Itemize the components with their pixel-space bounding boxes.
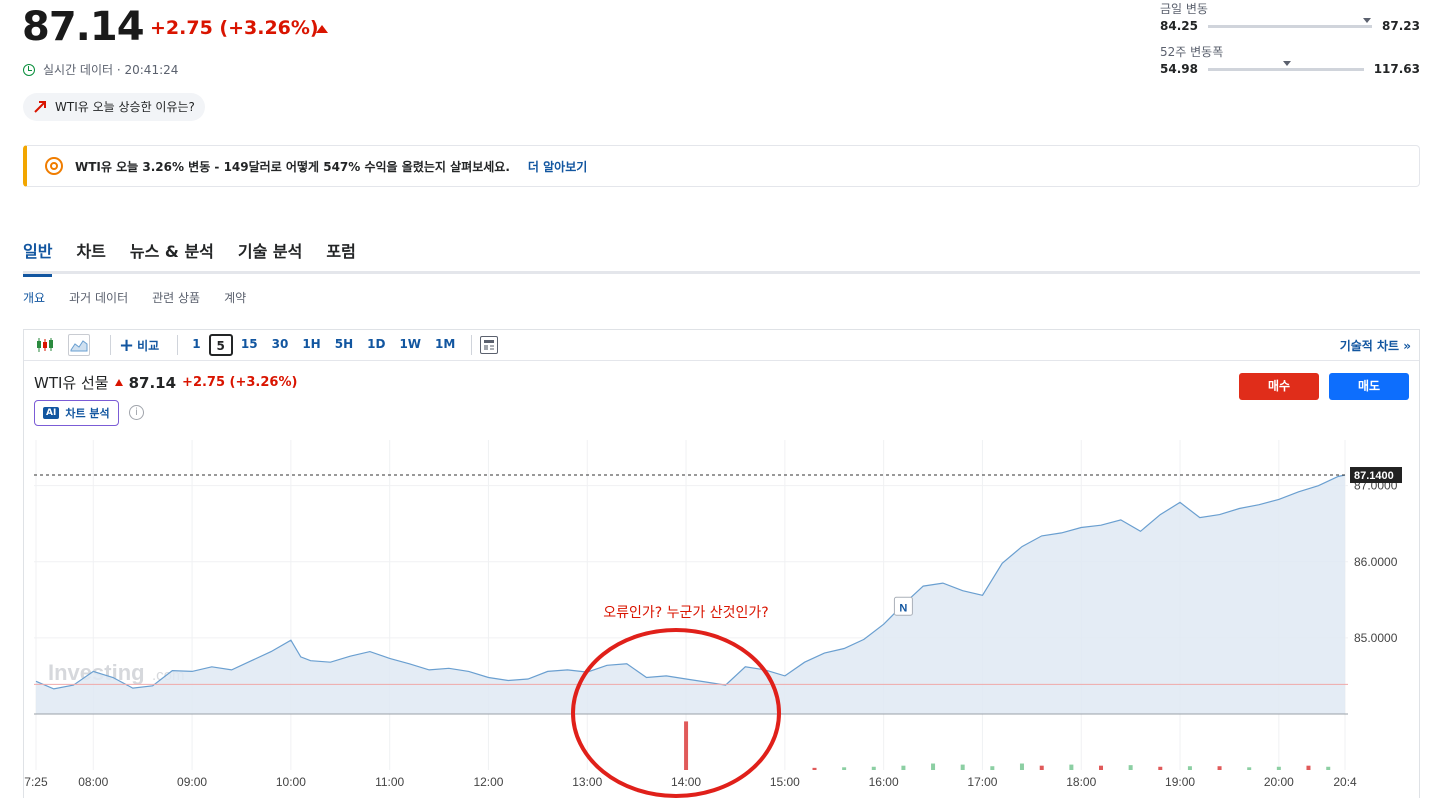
current-price-label: 87.1400: [1354, 470, 1394, 482]
x-tick-label: 20:4: [1333, 775, 1357, 789]
volume-bar: [960, 764, 965, 770]
volume-bar: [1158, 766, 1163, 770]
volume-bar: [684, 721, 689, 770]
price-chart[interactable]: Investing.com87.000086.000085.000087.140…: [0, 0, 1429, 798]
volume-bar: [990, 766, 995, 770]
volume-bar: [1306, 765, 1311, 770]
volume-bar: [842, 767, 847, 770]
volume-bar: [1019, 763, 1024, 770]
price-area: [35, 475, 1346, 714]
volume-bar: [1326, 766, 1331, 770]
x-tick-label: 08:00: [78, 775, 108, 789]
x-tick-label: 10:00: [276, 775, 306, 789]
volume-bar: [1217, 766, 1222, 770]
x-tick-label: 11:00: [375, 775, 404, 789]
x-tick-label: 12:00: [473, 775, 503, 789]
volume-bar: [901, 765, 906, 770]
x-tick-label: 19:00: [1165, 775, 1195, 789]
volume-bar: [1187, 766, 1192, 770]
annotation-text: 오류인가? 누군가 산것인가?: [603, 605, 768, 621]
x-tick-label: 17:00: [967, 775, 997, 789]
x-tick-label: 7:25: [24, 775, 48, 789]
x-tick-label: 14:00: [671, 775, 701, 789]
volume-bar: [871, 766, 876, 770]
volume-bar: [1039, 765, 1044, 770]
volume-bar: [812, 767, 817, 770]
y-tick-label: 86.0000: [1354, 555, 1398, 569]
volume-bar: [1247, 767, 1252, 770]
volume-bar: [931, 763, 936, 770]
x-tick-label: 20:00: [1264, 775, 1294, 789]
volume-bar: [1276, 766, 1281, 770]
y-tick-label: 85.0000: [1354, 631, 1398, 645]
x-tick-label: 15:00: [770, 775, 800, 789]
volume-bar: [1069, 764, 1074, 770]
x-tick-label: 16:00: [869, 775, 899, 789]
x-tick-label: 09:00: [177, 775, 207, 789]
x-tick-label: 13:00: [572, 775, 602, 789]
volume-bar: [1099, 765, 1104, 770]
volume-bar: [1128, 765, 1133, 770]
news-marker-label[interactable]: N: [899, 602, 907, 614]
x-tick-label: 18:00: [1066, 775, 1096, 789]
